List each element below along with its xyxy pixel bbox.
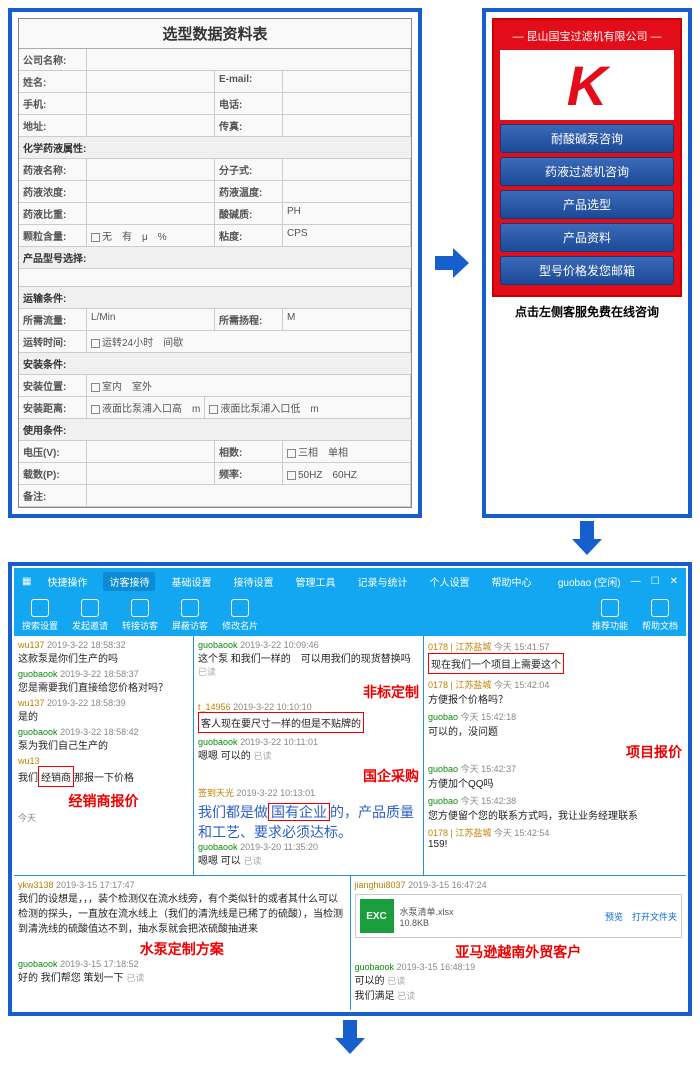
ad-btn-price[interactable]: 型号价格发您邮箱 xyxy=(500,256,674,285)
maximize-icon[interactable]: ☐ xyxy=(651,576,660,587)
tab-quick[interactable]: 快捷操作 xyxy=(41,572,93,591)
file-attachment[interactable]: EXC 水泵清单.xlsx10.8KB 预览 打开文件夹 xyxy=(355,894,683,938)
section-chemical: 化学药液属性: xyxy=(19,137,411,159)
ad-btn-filter[interactable]: 药液过滤机咨询 xyxy=(500,157,674,186)
menu-bar: ▦ 快捷操作 访客接待 基础设置 接待设置 管理工具 记录与统计 个人设置 帮助… xyxy=(14,568,686,595)
soe-label: 国企采购 xyxy=(363,768,419,784)
arrow-right-icon xyxy=(432,8,472,518)
chat-right-column: 0178 | 江苏盐城 今天 15:41:57现在我们一个项目上需要这个0178… xyxy=(424,636,686,875)
tab-basic[interactable]: 基础设置 xyxy=(165,572,217,591)
close-icon[interactable]: ✕ xyxy=(670,576,678,587)
form-title: 选型数据资料表 xyxy=(19,19,411,49)
left-today-prefix: 我们 xyxy=(18,773,38,784)
dealer-quote-label: 经销商报价 xyxy=(69,793,139,809)
app-icon: ▦ xyxy=(22,576,31,587)
pump-custom-label: 水泵定制方案 xyxy=(140,941,224,957)
minimize-icon[interactable]: — xyxy=(631,576,641,587)
arrow-down-icon xyxy=(572,518,602,558)
preview-link[interactable]: 预览 xyxy=(605,912,623,922)
chat-mid-column: guobaook 2019-3-22 10:09:46这个泵 和我们一样的 可以… xyxy=(194,636,424,875)
tab-manage[interactable]: 管理工具 xyxy=(289,572,341,591)
tab-visitor[interactable]: 访客接待 xyxy=(103,572,155,591)
ad-btn-docs[interactable]: 产品资料 xyxy=(500,223,674,252)
excel-icon: EXC xyxy=(360,899,394,933)
chat-app-panel: ▦ 快捷操作 访客接待 基础设置 接待设置 管理工具 记录与统计 个人设置 帮助… xyxy=(8,562,692,1016)
bottom-left-pane: ykw3138 2019-3-15 17:17:47 我们的设想是，，，装个检测… xyxy=(14,876,351,1010)
ad-btn-select[interactable]: 产品选型 xyxy=(500,190,674,219)
tool-invite[interactable]: 发起邀请 xyxy=(72,599,108,632)
open-folder-link[interactable]: 打开文件夹 xyxy=(632,912,677,922)
section-install: 安装条件: xyxy=(19,353,411,375)
tab-stats[interactable]: 记录与统计 xyxy=(351,572,413,591)
ad-logo: K xyxy=(500,50,674,120)
ad-company: — 昆山国宝过滤机有限公司 — xyxy=(500,26,674,46)
company-label: 公司名称: xyxy=(19,49,87,70)
tool-editcard[interactable]: 修改名片 xyxy=(222,599,258,632)
section-model: 产品型号选择: xyxy=(19,247,411,269)
toolbar: 搜索设置 发起邀请 转接访客 屏蔽访客 修改名片 推荐功能 帮助文档 xyxy=(14,595,686,636)
arrow-down-icon-2 xyxy=(335,1020,365,1059)
tool-recommend[interactable]: 推荐功能 xyxy=(592,599,628,632)
size-box: 客人现在要尺寸一样的但是不贴牌的 xyxy=(198,712,364,733)
section-use: 使用条件: xyxy=(19,419,411,441)
custom-label: 非标定制 xyxy=(363,684,419,700)
ad-caption: 点击左侧客服免费在线咨询 xyxy=(492,303,682,320)
tab-help[interactable]: 帮助中心 xyxy=(485,572,537,591)
ad-panel: — 昆山国宝过滤机有限公司 — K 耐酸碱泵咨询 药液过滤机咨询 产品选型 产品… xyxy=(482,8,692,518)
tool-block[interactable]: 屏蔽访客 xyxy=(172,599,208,632)
amazon-label: 亚马逊越南外贸客户 xyxy=(455,944,581,960)
user-status-badge[interactable]: guobao (空闲) xyxy=(558,574,621,589)
tool-helpdoc[interactable]: 帮助文档 xyxy=(642,599,678,632)
section-transport: 运输条件: xyxy=(19,287,411,309)
ad-btn-pump[interactable]: 耐酸碱泵咨询 xyxy=(500,124,674,153)
dealer-box: 经销商 xyxy=(38,766,74,787)
soe-statement: 我们都是做国有企业的，产品质量和工艺、要求必须达标。 xyxy=(198,803,419,842)
tab-personal[interactable]: 个人设置 xyxy=(423,572,475,591)
tab-receive[interactable]: 接待设置 xyxy=(227,572,279,591)
tool-transfer[interactable]: 转接访客 xyxy=(122,599,158,632)
tool-search[interactable]: 搜索设置 xyxy=(22,599,58,632)
chat-left-column: wu137 2019-3-22 18:58:32这款泵是你们生产的吗guobao… xyxy=(14,636,194,875)
bottom-right-pane: jianghui8037 2019-3-15 16:47:24 EXC 水泵清单… xyxy=(351,876,687,1010)
selection-form-panel: 选型数据资料表 公司名称: 姓名:E-mail: 手机:电话: 地址:传真: 化… xyxy=(8,8,422,518)
